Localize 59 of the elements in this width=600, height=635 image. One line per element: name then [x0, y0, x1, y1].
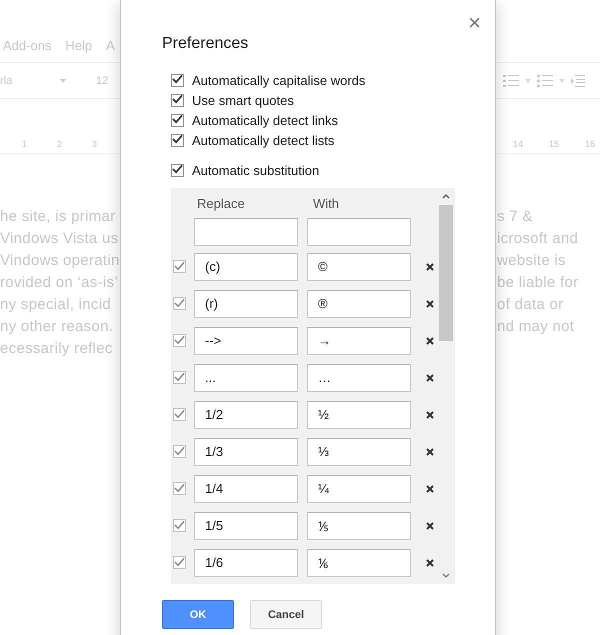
option-label: Use smart quotes	[192, 92, 294, 108]
option-label: Automatic substitution	[192, 162, 320, 178]
input-field[interactable]: 1/6	[194, 548, 298, 576]
input-field[interactable]: 1/2	[194, 400, 298, 428]
input-field[interactable]: 1/3	[194, 438, 298, 466]
checkbox[interactable]	[171, 114, 184, 126]
delete-icon[interactable]	[426, 448, 434, 456]
option-label: Automatically detect links	[192, 112, 338, 128]
input-field[interactable]: 1/4	[194, 474, 298, 502]
delete-icon[interactable]	[426, 522, 434, 530]
input-field[interactable]: -->	[194, 326, 298, 354]
option-label: Automatically detect lists	[192, 132, 334, 148]
close-button[interactable]: ×	[468, 13, 481, 33]
caret-icon	[525, 78, 531, 82]
scroll-up-icon[interactable]	[442, 194, 450, 199]
checkbox[interactable]	[173, 408, 186, 421]
checkbox[interactable]	[173, 371, 186, 384]
caret-icon	[60, 78, 66, 82]
input-field[interactable]: ⅓	[307, 438, 411, 466]
checkbox[interactable]	[173, 297, 186, 310]
checkbox[interactable]	[173, 445, 186, 458]
input-field[interactable]: ©	[307, 252, 411, 280]
delete-icon[interactable]	[426, 374, 434, 382]
column-header: With	[312, 196, 340, 210]
input-field[interactable]: …	[307, 364, 411, 392]
checkbox[interactable]	[173, 519, 186, 532]
scrollbar-thumb[interactable]	[439, 205, 453, 341]
input-field[interactable]	[307, 218, 411, 246]
delete-icon[interactable]	[426, 300, 434, 308]
input-field[interactable]: 1/5	[194, 512, 298, 540]
input-field[interactable]: ...	[194, 364, 298, 392]
input-field[interactable]: (r)	[194, 290, 298, 318]
scroll-down-icon[interactable]	[442, 573, 450, 578]
input-field[interactable]: ⅙	[307, 548, 411, 576]
delete-icon[interactable]	[426, 484, 434, 492]
checkbox[interactable]	[173, 482, 186, 495]
delete-icon[interactable]	[426, 558, 434, 566]
dialog-title: Preferences	[162, 35, 250, 53]
input-field[interactable]: →	[307, 326, 411, 354]
checkbox[interactable]	[171, 94, 184, 106]
checkbox[interactable]	[173, 260, 186, 273]
checkbox[interactable]	[173, 334, 186, 347]
checkbox[interactable]	[173, 556, 186, 569]
delete-icon[interactable]	[426, 262, 434, 270]
input-field[interactable]: ®	[307, 290, 411, 318]
checkbox[interactable]	[171, 74, 184, 86]
column-header: Replace	[196, 196, 246, 210]
input-field[interactable]: ½	[307, 400, 411, 428]
delete-icon[interactable]	[426, 336, 434, 344]
delete-icon[interactable]	[426, 410, 434, 418]
caret-icon	[559, 78, 565, 82]
input-field[interactable]: (c)	[194, 252, 298, 280]
checkbox[interactable]	[171, 134, 184, 146]
checkbox[interactable]	[171, 164, 184, 176]
input-field[interactable]: ¼	[307, 474, 411, 502]
cancel-button[interactable]: Cancel	[250, 600, 322, 629]
input-field[interactable]	[194, 218, 298, 246]
input-field[interactable]: ⅕	[307, 512, 411, 540]
option-label: Automatically capitalise words	[192, 72, 366, 88]
